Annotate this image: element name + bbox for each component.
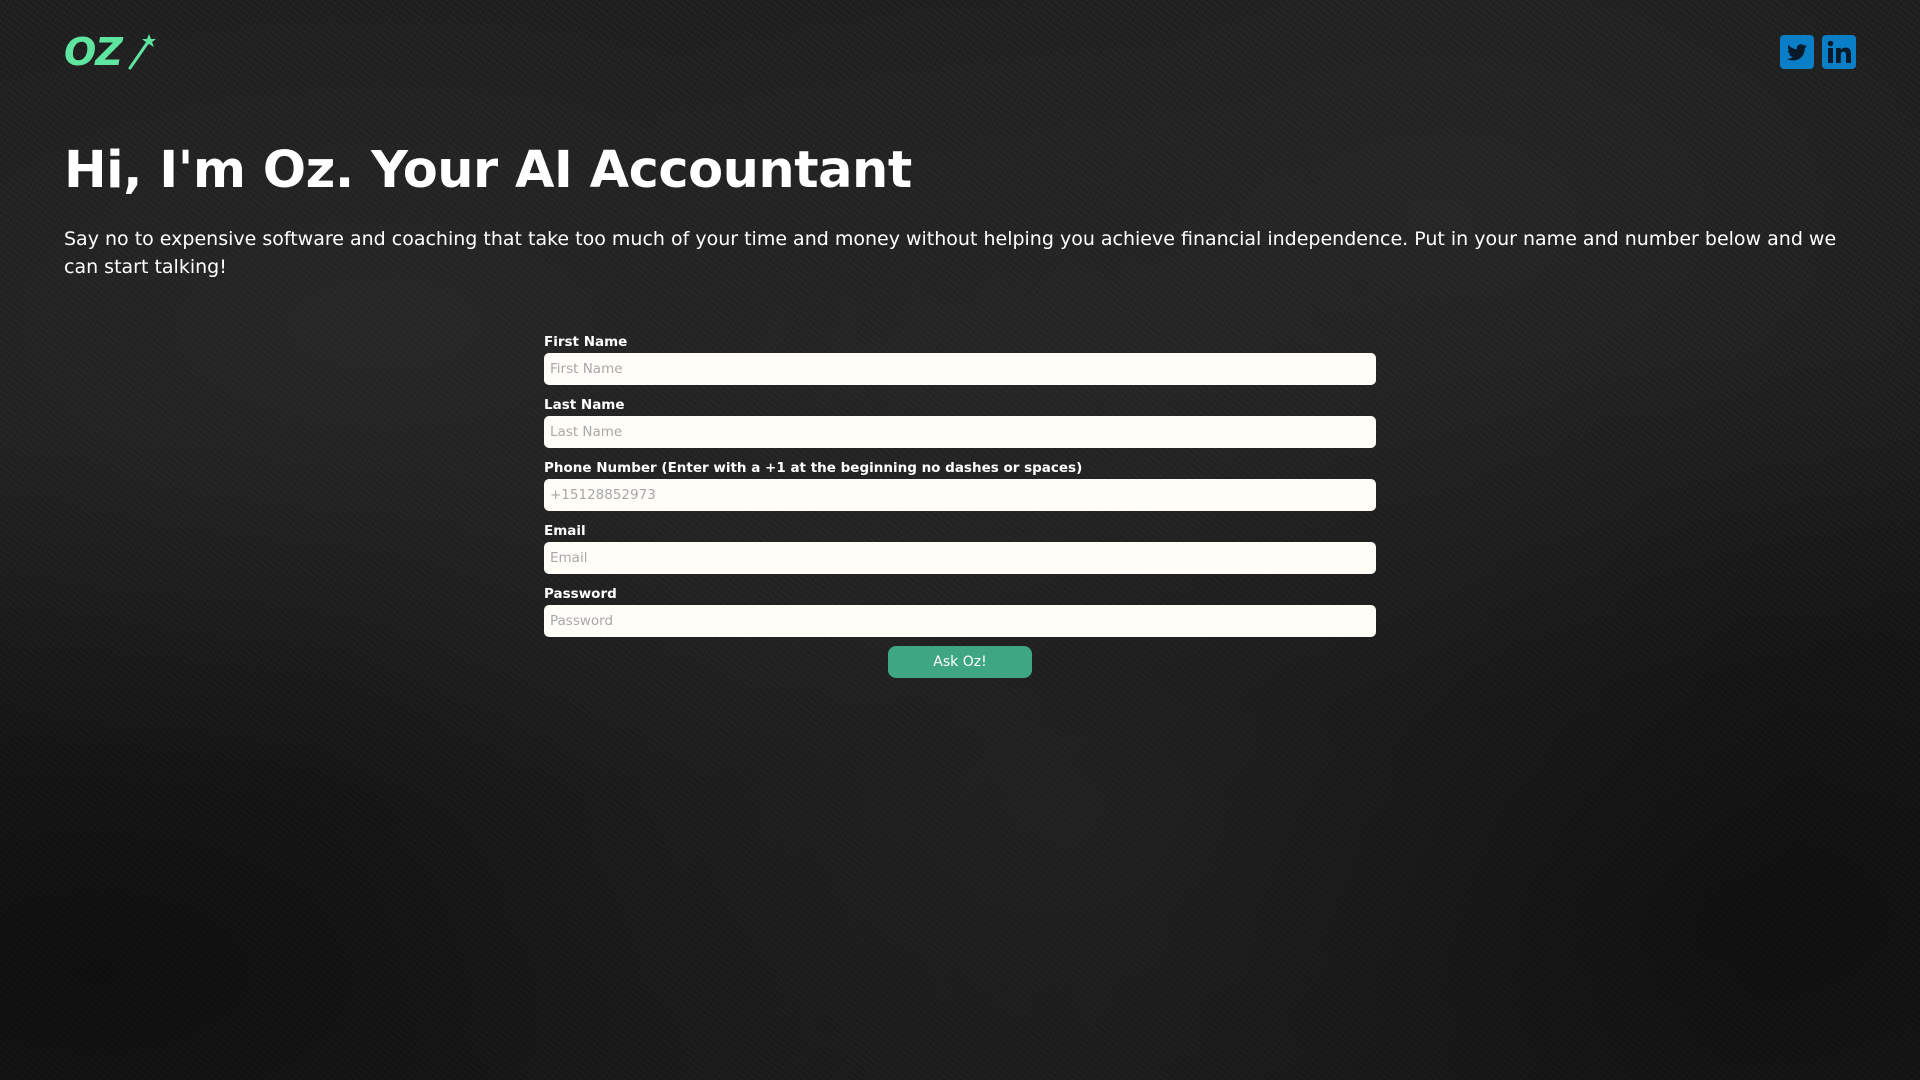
password-label: Password bbox=[544, 586, 617, 602]
email-group: Email bbox=[544, 522, 1376, 574]
submit-row: Ask Oz! bbox=[544, 646, 1376, 678]
twitter-link[interactable] bbox=[1780, 35, 1814, 69]
site-header: OZ bbox=[64, 30, 1856, 74]
phone-number-label: Phone Number (Enter with a +1 at the beg… bbox=[544, 460, 1083, 476]
ask-oz-button[interactable]: Ask Oz! bbox=[888, 646, 1032, 678]
signup-form: First Name Last Name Phone Number (Enter… bbox=[544, 333, 1376, 678]
last-name-group: Last Name bbox=[544, 396, 1376, 448]
linkedin-link[interactable] bbox=[1822, 35, 1856, 69]
twitter-icon bbox=[1780, 35, 1814, 69]
last-name-input[interactable] bbox=[544, 416, 1376, 448]
last-name-label: Last Name bbox=[544, 397, 625, 413]
page-title: Hi, I'm Oz. Your AI Accountant bbox=[64, 141, 912, 200]
hero-section: Hi, I'm Oz. Your AI Accountant Say no to… bbox=[64, 135, 1856, 281]
phone-number-input[interactable] bbox=[544, 479, 1376, 511]
email-label: Email bbox=[544, 523, 586, 539]
social-links bbox=[1780, 35, 1856, 69]
phone-number-group: Phone Number (Enter with a +1 at the beg… bbox=[544, 459, 1376, 511]
magic-wand-icon bbox=[128, 34, 156, 70]
first-name-group: First Name bbox=[544, 333, 1376, 385]
first-name-input[interactable] bbox=[544, 353, 1376, 385]
email-input[interactable] bbox=[544, 542, 1376, 574]
logo-text: OZ bbox=[64, 30, 123, 74]
logo-link[interactable]: OZ bbox=[64, 32, 156, 72]
password-group: Password bbox=[544, 585, 1376, 637]
linkedin-icon bbox=[1822, 35, 1856, 69]
password-input[interactable] bbox=[544, 605, 1376, 637]
first-name-label: First Name bbox=[544, 334, 628, 350]
hero-description: Say no to expensive software and coachin… bbox=[64, 228, 1837, 278]
